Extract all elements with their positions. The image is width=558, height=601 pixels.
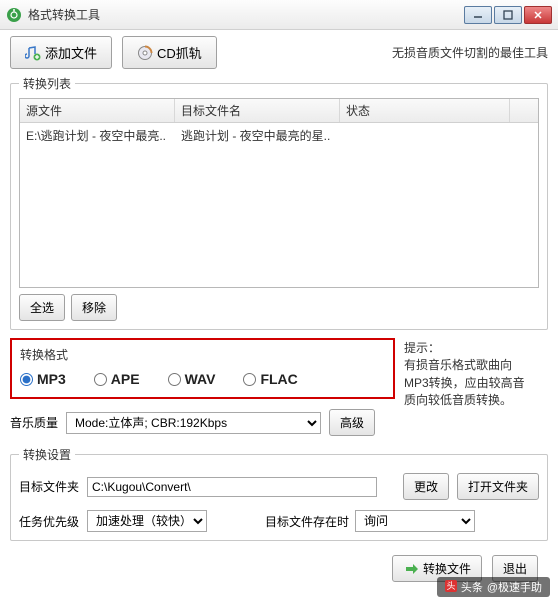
open-folder-button[interactable]: 打开文件夹 bbox=[457, 473, 539, 500]
select-all-button[interactable]: 全选 bbox=[19, 294, 65, 321]
radio-wav-input[interactable] bbox=[168, 373, 181, 386]
hint-text: 有损音乐格式歌曲向MP3转换，应由较高音质向较低音质转换。 bbox=[404, 357, 534, 409]
cell-source: E:\逃跑计划 - 夜空中最亮.. bbox=[20, 125, 175, 146]
dest-input[interactable] bbox=[87, 477, 377, 497]
watermark-source: 头条 bbox=[461, 579, 483, 595]
titlebar: 格式转换工具 bbox=[0, 0, 558, 30]
cell-target: 逃跑计划 - 夜空中最亮的星.. bbox=[175, 125, 340, 146]
settings-group: 转换设置 目标文件夹 更改 打开文件夹 任务优先级 加速处理（较快） 目标文件存… bbox=[10, 446, 548, 541]
table-header: 源文件 目标文件名 状态 bbox=[20, 99, 538, 123]
col-source-header[interactable]: 源文件 bbox=[20, 99, 175, 122]
minimize-button[interactable] bbox=[464, 6, 492, 24]
top-toolbar: 添加文件 CD抓轨 无损音质文件切割的最佳工具 bbox=[10, 36, 548, 69]
format-radio-flac[interactable]: FLAC bbox=[243, 371, 297, 387]
convert-icon bbox=[403, 561, 419, 577]
hint-title: 提示： bbox=[404, 340, 534, 357]
exist-label: 目标文件存在时 bbox=[265, 513, 349, 530]
priority-select[interactable]: 加速处理（较快） bbox=[87, 510, 207, 532]
change-dest-button[interactable]: 更改 bbox=[403, 473, 449, 500]
watermark-author: @极速手助 bbox=[487, 579, 542, 595]
cd-grab-button[interactable]: CD抓轨 bbox=[122, 36, 217, 69]
window-title: 格式转换工具 bbox=[28, 6, 462, 23]
cell-status bbox=[340, 125, 510, 146]
close-button[interactable] bbox=[524, 6, 552, 24]
priority-label: 任务优先级 bbox=[19, 513, 79, 530]
maximize-button[interactable] bbox=[494, 6, 522, 24]
format-group: 转换格式 MP3 APE WAV FLAC bbox=[10, 338, 395, 399]
format-radio-ape[interactable]: APE bbox=[94, 371, 140, 387]
format-radio-mp3[interactable]: MP3 bbox=[20, 371, 66, 387]
radio-ape-input[interactable] bbox=[94, 373, 107, 386]
watermark-icon: 头 bbox=[445, 580, 457, 595]
exist-select[interactable]: 询问 bbox=[355, 510, 475, 532]
col-target-header[interactable]: 目标文件名 bbox=[175, 99, 340, 122]
format-legend: 转换格式 bbox=[20, 346, 385, 363]
music-add-icon bbox=[25, 45, 41, 61]
col-status-header[interactable]: 状态 bbox=[340, 99, 510, 122]
table-row[interactable]: E:\逃跑计划 - 夜空中最亮.. 逃跑计划 - 夜空中最亮的星.. bbox=[20, 123, 538, 148]
file-table[interactable]: 源文件 目标文件名 状态 E:\逃跑计划 - 夜空中最亮.. 逃跑计划 - 夜空… bbox=[19, 98, 539, 288]
advanced-button[interactable]: 高级 bbox=[329, 409, 375, 436]
radio-flac-input[interactable] bbox=[243, 373, 256, 386]
app-icon bbox=[6, 7, 22, 23]
hint-box: 提示： 有损音乐格式歌曲向MP3转换，应由较高音质向较低音质转换。 bbox=[404, 340, 534, 410]
cd-grab-label: CD抓轨 bbox=[157, 43, 202, 62]
conversion-list-legend: 转换列表 bbox=[19, 75, 75, 92]
add-file-label: 添加文件 bbox=[45, 43, 97, 62]
quality-label: 音乐质量 bbox=[10, 414, 58, 431]
settings-legend: 转换设置 bbox=[19, 446, 75, 463]
add-file-button[interactable]: 添加文件 bbox=[10, 36, 112, 69]
radio-mp3-input[interactable] bbox=[20, 373, 33, 386]
dest-label: 目标文件夹 bbox=[19, 478, 79, 495]
tagline-text: 无损音质文件切割的最佳工具 bbox=[392, 44, 548, 61]
remove-button[interactable]: 移除 bbox=[71, 294, 117, 321]
svg-text:头: 头 bbox=[446, 581, 455, 591]
cd-icon bbox=[137, 45, 153, 61]
quality-select[interactable]: Mode:立体声; CBR:192Kbps bbox=[66, 412, 321, 434]
format-radio-wav[interactable]: WAV bbox=[168, 371, 216, 387]
watermark: 头 头条 @极速手助 bbox=[437, 577, 550, 597]
conversion-list-group: 转换列表 源文件 目标文件名 状态 E:\逃跑计划 - 夜空中最亮.. 逃跑计划… bbox=[10, 75, 548, 330]
